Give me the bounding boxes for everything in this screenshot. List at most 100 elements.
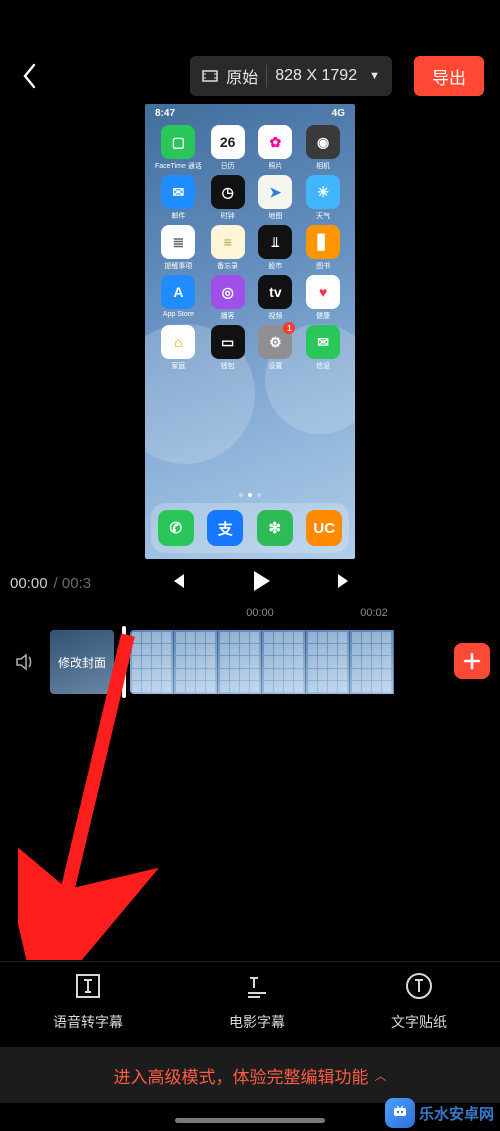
text-sticker-icon xyxy=(404,971,434,1004)
app-icon: ⚙1 xyxy=(258,325,292,359)
app-icon: ≡ xyxy=(211,225,245,259)
app-label: 钱包 xyxy=(221,361,235,371)
app-label: 健康 xyxy=(316,311,330,321)
clip-frame xyxy=(218,630,262,694)
app-label: 相机 xyxy=(316,161,330,171)
dock-app-icon: UC xyxy=(306,510,342,546)
voice-subtitle-icon xyxy=(73,971,103,1004)
ruler-mark: 00:00 xyxy=(242,607,278,627)
app-label: 播客 xyxy=(221,311,235,321)
app-label: App Store xyxy=(163,311,194,318)
watermark-logo-icon xyxy=(385,1098,415,1128)
app-label: 天气 xyxy=(316,211,330,221)
timecodes: 00:00 / 00:3 xyxy=(10,575,91,592)
app-icon: ▭ xyxy=(211,325,245,359)
app-label: FaceTime 通话 xyxy=(155,161,202,171)
resolution-value: 828 X 1792 xyxy=(275,67,357,85)
phone-app: A App Store xyxy=(155,275,202,321)
phone-app: ⚙1 设置 xyxy=(254,325,298,371)
phone-app: ◎播客 xyxy=(206,275,250,321)
app-label: 照片 xyxy=(268,161,282,171)
play-button[interactable] xyxy=(248,568,274,599)
tool-label: 文字贴纸 xyxy=(391,1012,447,1032)
tool-text-sticker[interactable]: 文字贴纸 xyxy=(391,971,447,1032)
ruler-mark: 00:02 xyxy=(356,607,392,627)
phone-app: ◷ 时钟 xyxy=(206,175,250,221)
back-button[interactable] xyxy=(16,62,44,90)
clip-frame xyxy=(130,630,174,694)
mute-icon[interactable] xyxy=(0,651,50,673)
cover-thumbnail[interactable]: 修改封面 xyxy=(50,630,114,694)
phone-app: 26 日历 xyxy=(206,125,250,171)
app-label: 视频 xyxy=(268,311,282,321)
aspect-icon xyxy=(202,68,218,84)
app-icon: ◷ xyxy=(211,175,245,209)
timeline[interactable]: 修改封面 xyxy=(0,627,500,697)
time-total: 00:3 xyxy=(62,575,91,592)
caret-down-icon: ▼ xyxy=(369,70,380,82)
app-label: 股市 xyxy=(268,261,282,271)
phone-preview: 8:47 4G ▢FaceTime 通话26日历✿照片◉相机✉邮件◷时钟➤地图☀… xyxy=(145,104,355,559)
tool-movie-subtitle[interactable]: 电影字幕 xyxy=(229,971,285,1032)
app-icon: ✉ xyxy=(161,175,195,209)
app-icon: ➤ xyxy=(258,175,292,209)
chevron-up-icon: ︿ xyxy=(374,1067,386,1084)
app-label: 设置 xyxy=(268,361,282,371)
dock-app-icon: ❇ xyxy=(257,510,293,546)
phone-app: ▭ 钱包 xyxy=(206,325,250,371)
bottom-toolbar: 语音转字幕 电影字幕文字贴纸 xyxy=(0,961,500,1041)
app-label: 信息 xyxy=(316,361,330,371)
phone-app: tv视频 xyxy=(254,275,298,321)
clip-strip[interactable] xyxy=(130,630,500,694)
advanced-mode-label: 进入高级模式，体验完整编辑功能 xyxy=(113,1063,368,1088)
app-label: 图书 xyxy=(316,261,330,271)
app-label: 家庭 xyxy=(171,361,185,371)
cover-label: 修改封面 xyxy=(58,654,106,671)
phone-dock: ✆ 支 ❇ UC xyxy=(151,503,349,553)
playhead[interactable] xyxy=(122,626,126,698)
app-icon: ≣ xyxy=(161,225,195,259)
phone-app: ≣ 提醒事项 xyxy=(155,225,202,271)
app-icon: ✉ xyxy=(306,325,340,359)
clip-frame xyxy=(350,630,394,694)
resolution-selector[interactable]: 原始 828 X 1792 ▼ xyxy=(190,56,392,96)
add-clip-button[interactable] xyxy=(454,643,490,679)
app-label: 地图 xyxy=(268,211,282,221)
clip-frame xyxy=(262,630,306,694)
phone-app: ⫫ 股市 xyxy=(254,225,298,271)
app-label: 提醒事项 xyxy=(164,261,192,271)
dock-app-icon: ✆ xyxy=(158,510,194,546)
app-label: 备忘录 xyxy=(217,261,238,271)
export-button[interactable]: 导出 xyxy=(414,56,484,96)
watermark-text: 乐水安卓网 xyxy=(419,1103,494,1124)
app-icon: ✿ xyxy=(258,125,292,159)
phone-app: ≡ 备忘录 xyxy=(206,225,250,271)
app-label: 邮件 xyxy=(171,211,185,221)
prev-frame-button[interactable] xyxy=(168,571,188,596)
phone-app: ✉ 信息 xyxy=(301,325,345,371)
app-icon: 26 xyxy=(211,125,245,159)
home-indicator xyxy=(175,1118,325,1123)
app-icon: ♥ xyxy=(306,275,340,309)
phone-app: ⌂ 家庭 xyxy=(155,325,202,371)
phone-app: ☀天气 xyxy=(301,175,345,221)
tool-label: 语音转字幕 xyxy=(53,1012,123,1032)
tool-voice-subtitle[interactable]: 语音转字幕 xyxy=(53,971,123,1032)
preview-canvas[interactable]: 8:47 4G ▢FaceTime 通话26日历✿照片◉相机✉邮件◷时钟➤地图☀… xyxy=(0,104,500,559)
app-label: 日历 xyxy=(221,161,235,171)
app-icon: A xyxy=(161,275,195,309)
app-icon: ▢ xyxy=(161,125,195,159)
aspect-label: 原始 xyxy=(226,64,258,88)
phone-app: ◉相机 xyxy=(301,125,345,171)
next-frame-button[interactable] xyxy=(334,571,354,596)
app-icon: ⫫ xyxy=(258,225,292,259)
phone-app: ✉ 邮件 xyxy=(155,175,202,221)
dock-app-icon: 支 xyxy=(207,510,243,546)
app-label: 时钟 xyxy=(221,211,235,221)
app-icon: ⌂ xyxy=(161,325,195,359)
clip-frame xyxy=(174,630,218,694)
watermark: 乐水安卓网 xyxy=(385,1095,494,1131)
export-label: 导出 xyxy=(432,64,466,89)
movie-subtitle-icon xyxy=(242,971,272,1004)
phone-signal: 4G xyxy=(332,108,345,119)
